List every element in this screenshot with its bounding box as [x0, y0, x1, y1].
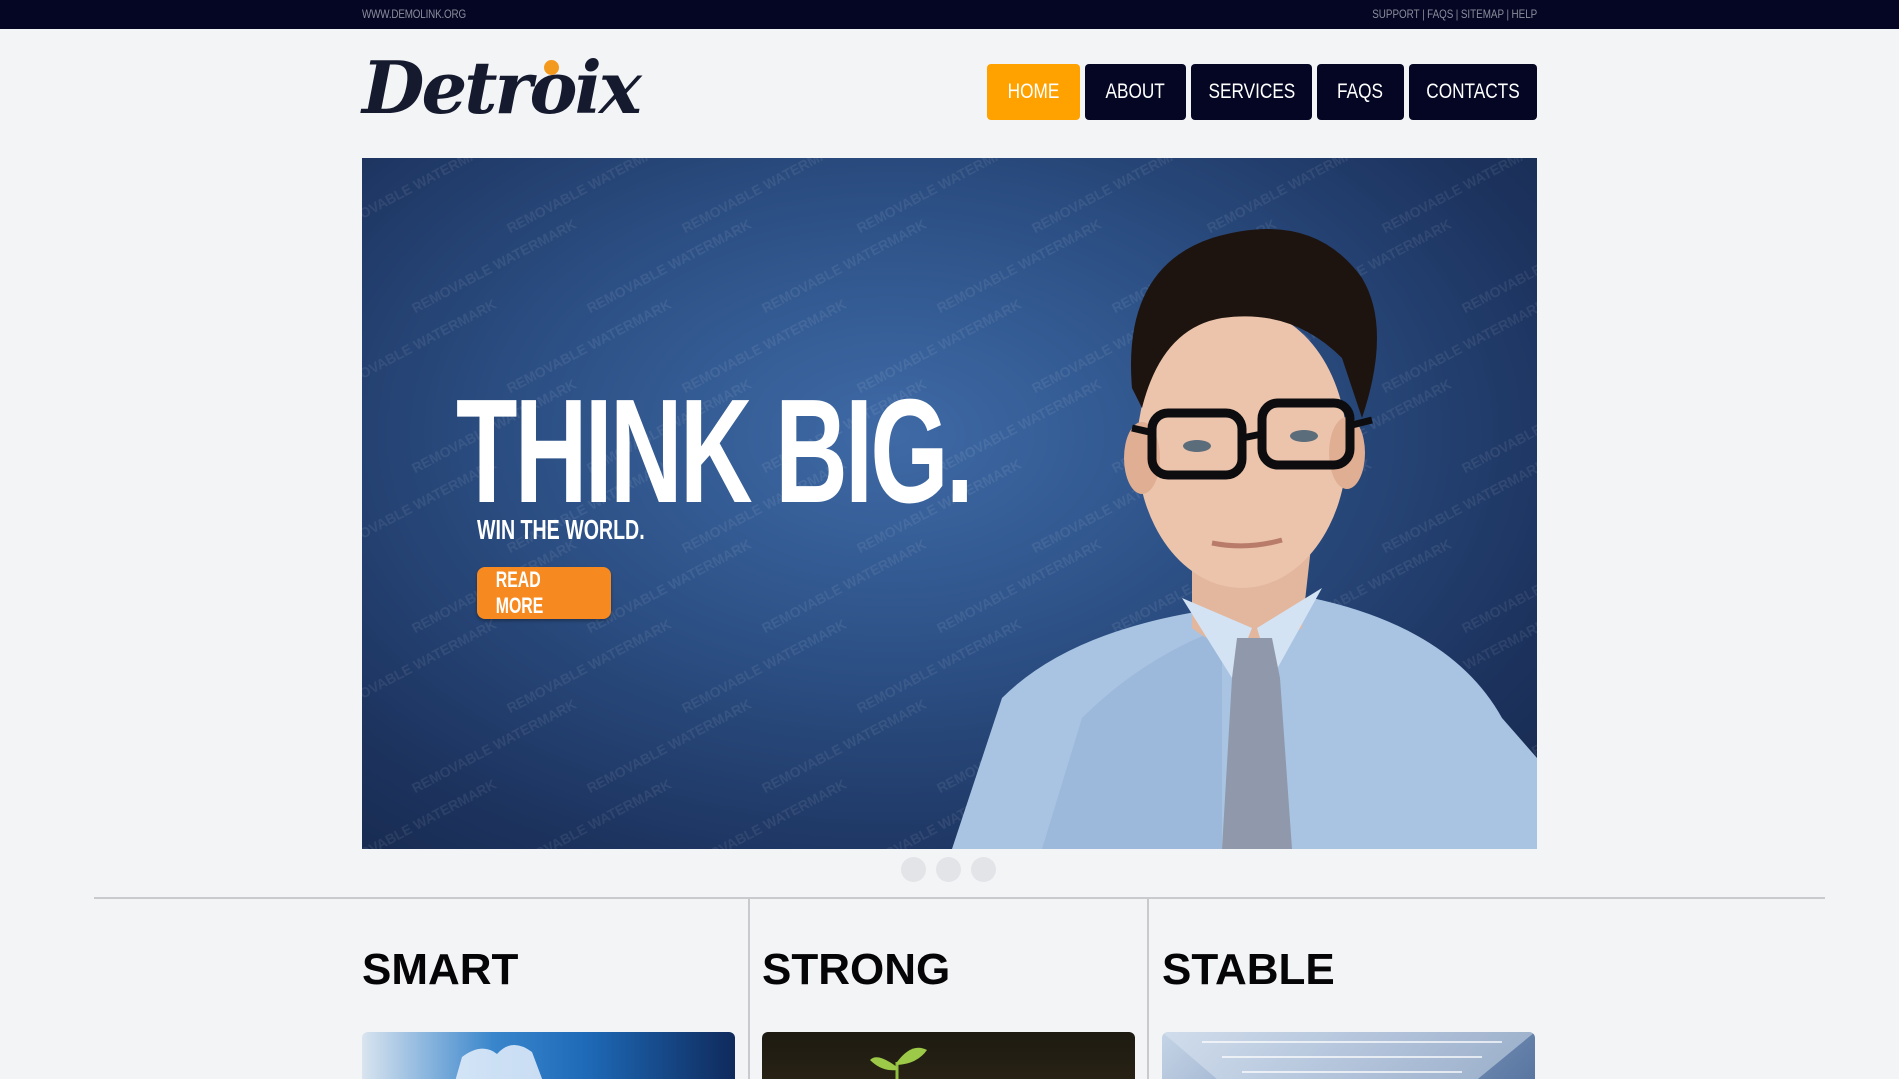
sprout-image — [870, 1047, 927, 1079]
main-nav: HOME ABOUT SERVICES FAQS CONTACTS — [987, 64, 1537, 120]
hero-subheadline: WIN THE WORLD. — [477, 514, 645, 545]
architecture-image — [1162, 1032, 1535, 1079]
sitemap-link[interactable]: SITEMAP — [1461, 7, 1504, 21]
logo-dot — [544, 60, 559, 75]
slider-pagination — [901, 857, 996, 882]
site-logo[interactable]: Detroix — [362, 45, 642, 130]
separator: | — [1421, 7, 1425, 21]
column-title-stable: STABLE — [1162, 945, 1335, 994]
column-divider — [748, 898, 750, 1079]
stable-thumbnail[interactable] — [1162, 1032, 1535, 1079]
watermark-text: REMOVABLE WATERMARK — [362, 615, 499, 717]
smart-thumbnail[interactable] — [362, 1032, 735, 1079]
column-title-strong: STRONG — [762, 945, 951, 994]
read-more-button[interactable]: READ MORE — [477, 567, 611, 619]
nav-contacts[interactable]: CONTACTS — [1409, 64, 1537, 120]
site-url-link[interactable]: WWW.DEMOLINK.ORG — [362, 7, 466, 21]
faqs-link[interactable]: FAQS — [1427, 7, 1453, 21]
watermark-text: REMOVABLE WATERMARK — [362, 158, 499, 237]
read-more-label: READ MORE — [495, 567, 544, 618]
nav-about-label: ABOUT — [1105, 80, 1166, 103]
top-bar: WWW.DEMOLINK.ORG SUPPORT | FAQS | SITEMAP | HE… — [0, 0, 1899, 29]
nav-home-label: HOME — [1007, 80, 1060, 103]
support-link[interactable]: SUPPORT — [1372, 7, 1419, 21]
section-divider — [94, 897, 1825, 899]
watermark-text: REMOVABLE WATERMARK — [504, 158, 674, 237]
nav-about[interactable]: ABOUT — [1085, 64, 1186, 120]
logo-text: Detroix — [362, 45, 642, 130]
nav-services-label: SERVICES — [1208, 80, 1295, 103]
nav-contacts-label: CONTACTS — [1426, 80, 1520, 103]
puzzle-image — [455, 1045, 543, 1079]
slide-dot[interactable] — [936, 857, 961, 882]
separator: | — [1506, 7, 1509, 21]
hero-headline: THINK BIG. — [456, 369, 974, 534]
help-link[interactable]: HELP — [1511, 7, 1537, 21]
strong-thumbnail[interactable] — [762, 1032, 1135, 1079]
nav-home[interactable]: HOME — [987, 64, 1080, 120]
nav-services[interactable]: SERVICES — [1191, 64, 1312, 120]
hero-slider: REMOVABLE WATERMARK REMOVABLE WATERMARK RE… — [362, 158, 1537, 849]
separator: | — [1455, 7, 1459, 21]
watermark-text: REMOVABLE WATERMARK — [679, 158, 849, 237]
column-divider — [1147, 898, 1149, 1079]
slide-dot[interactable] — [971, 857, 996, 882]
column-title-smart: SMART — [362, 945, 519, 994]
nav-faqs-label: FAQS — [1337, 80, 1384, 103]
top-links: SUPPORT | FAQS | SITEMAP | HELP — [1372, 7, 1537, 21]
hero-person-image — [952, 229, 1537, 849]
nav-faqs[interactable]: FAQS — [1317, 64, 1404, 120]
slide-dot[interactable] — [901, 857, 926, 882]
